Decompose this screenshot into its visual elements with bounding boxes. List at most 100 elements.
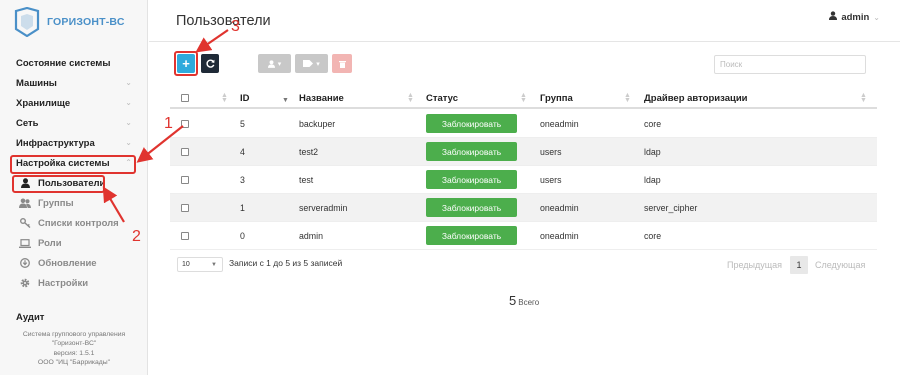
records-info: Записи с 1 до 5 из 5 записей bbox=[229, 258, 343, 268]
user-icon bbox=[829, 11, 838, 23]
tag-icon bbox=[303, 60, 314, 67]
row-checkbox[interactable] bbox=[181, 176, 189, 184]
sort-icon[interactable]: ▲ ▼ bbox=[520, 92, 527, 104]
user-menu[interactable]: admin ⌄ bbox=[829, 11, 880, 23]
lock-button[interactable]: Заблокировать bbox=[426, 142, 517, 161]
search-input[interactable]: Поиск bbox=[714, 55, 866, 74]
chevron-down-icon: ⌄ bbox=[125, 78, 132, 87]
sidebar-item-infrastructure[interactable]: Инфраструктура ⌄ bbox=[0, 133, 148, 153]
user-icon bbox=[267, 59, 275, 68]
cell-group: oneadmin bbox=[540, 119, 579, 129]
labels-button[interactable]: ▾ bbox=[295, 54, 328, 73]
footer-line: Система группового управления bbox=[22, 331, 126, 338]
total-count: 5 Всего bbox=[509, 293, 539, 308]
sidebar-item-label: Машины bbox=[16, 77, 57, 89]
sidebar-item-update[interactable]: Обновление bbox=[0, 253, 148, 273]
total-value: 5 bbox=[509, 293, 517, 308]
sort-icon[interactable]: ▲ ▼ bbox=[221, 92, 228, 104]
sidebar-item-machines[interactable]: Машины ⌄ bbox=[0, 73, 148, 93]
chevron-down-icon: ⌄ bbox=[125, 118, 132, 127]
column-header-group[interactable]: Группа bbox=[540, 93, 573, 104]
select-all-checkbox[interactable] bbox=[181, 94, 189, 102]
users-icon bbox=[18, 198, 32, 208]
table-row[interactable]: 5 backuper Заблокировать oneadmin core bbox=[170, 110, 877, 138]
total-label: Всего bbox=[518, 298, 540, 307]
sort-icon[interactable]: ▲ ▼ bbox=[624, 92, 631, 104]
lock-button[interactable]: Заблокировать bbox=[426, 170, 517, 189]
sidebar-item-groups[interactable]: Группы bbox=[0, 193, 148, 213]
update-icon bbox=[18, 258, 32, 268]
annotation-number: 1 bbox=[164, 115, 173, 132]
sidebar-item-storage[interactable]: Хранилище ⌄ bbox=[0, 93, 148, 113]
cell-name: admin bbox=[299, 231, 323, 241]
page-size-select[interactable]: 10 ▼ bbox=[177, 257, 223, 272]
sidebar-item-roles[interactable]: Роли bbox=[0, 233, 148, 253]
cell-group: oneadmin bbox=[540, 203, 579, 213]
cell-id: 0 bbox=[240, 231, 245, 241]
sidebar-item-label: Списки контроля bbox=[38, 217, 119, 229]
logo-icon bbox=[14, 7, 40, 37]
sidebar-item-label: Состояние системы bbox=[16, 57, 111, 69]
table-row[interactable]: 4 test2 Заблокировать users ldap bbox=[170, 138, 877, 166]
cell-auth-driver: core bbox=[644, 119, 662, 129]
lock-button[interactable]: Заблокировать bbox=[426, 114, 517, 133]
sidebar-item-settings[interactable]: Настройки bbox=[0, 273, 148, 293]
next-page-button[interactable]: Следующая bbox=[815, 256, 865, 274]
cell-name: backuper bbox=[299, 119, 336, 129]
chevron-down-icon: ⌄ bbox=[125, 138, 132, 147]
delete-button[interactable] bbox=[332, 54, 352, 73]
column-header-auth-driver[interactable]: Драйвер авторизации bbox=[644, 93, 748, 104]
cell-name: test bbox=[299, 175, 314, 185]
column-header-status[interactable]: Статус bbox=[426, 93, 458, 104]
table-row[interactable]: 0 admin Заблокировать oneadmin core bbox=[170, 222, 877, 250]
sort-desc-icon[interactable]: ▼ bbox=[282, 93, 289, 104]
chevron-down-icon: ⌄ bbox=[125, 98, 132, 107]
row-checkbox[interactable] bbox=[181, 148, 189, 156]
annotation-number: 3 bbox=[231, 18, 240, 35]
sidebar-footer: Система группового управления "Горизонт-… bbox=[0, 330, 148, 368]
change-owner-button[interactable]: ▾ bbox=[258, 54, 291, 73]
user-name: admin bbox=[841, 11, 870, 23]
laptop-icon bbox=[18, 238, 32, 248]
sort-icon[interactable]: ▲ ▼ bbox=[860, 92, 867, 104]
trash-icon bbox=[338, 60, 346, 68]
cell-name: test2 bbox=[299, 147, 319, 157]
table-row[interactable]: 1 serveradmin Заблокировать oneadmin ser… bbox=[170, 194, 877, 222]
logo-text: ГОРИЗОНТ-ВС bbox=[47, 16, 125, 28]
table-header: ▲ ▼ ID ▼ Название ▲ ▼ Статус ▲ ▼ Группа ▲ ▼ … bbox=[170, 87, 877, 109]
caret-down-icon: ▾ bbox=[277, 60, 282, 68]
row-checkbox[interactable] bbox=[181, 120, 189, 128]
sidebar-item-acl[interactable]: Списки контроля bbox=[0, 213, 148, 233]
sidebar-item-network[interactable]: Сеть ⌄ bbox=[0, 113, 148, 133]
logo[interactable]: ГОРИЗОНТ-ВС bbox=[14, 7, 125, 37]
page-button-1[interactable]: 1 bbox=[790, 256, 808, 274]
prev-page-button[interactable]: Предыдущая bbox=[727, 256, 782, 274]
gear-icon bbox=[18, 278, 32, 288]
row-checkbox[interactable] bbox=[181, 204, 189, 212]
page-size-value: 10 bbox=[182, 261, 190, 268]
cell-group: users bbox=[540, 175, 562, 185]
sidebar-item-label: Сеть bbox=[16, 117, 39, 129]
cell-auth-driver: core bbox=[644, 231, 662, 241]
highlight-add-button bbox=[174, 51, 198, 76]
lock-button[interactable]: Заблокировать bbox=[426, 226, 517, 245]
sidebar-item-label: Настройки bbox=[38, 277, 89, 289]
footer-line: версия: 1.5.1 bbox=[53, 349, 95, 357]
sort-icon[interactable]: ▲ ▼ bbox=[407, 92, 414, 104]
page-title: Пользователи bbox=[176, 13, 271, 29]
row-checkbox[interactable] bbox=[181, 232, 189, 240]
key-icon bbox=[18, 218, 32, 228]
sidebar-item-audit[interactable]: Аудит bbox=[0, 307, 148, 327]
cell-auth-driver: ldap bbox=[644, 147, 661, 157]
refresh-button[interactable] bbox=[201, 54, 219, 73]
highlight-users bbox=[12, 175, 105, 193]
lock-button[interactable]: Заблокировать bbox=[426, 198, 517, 217]
column-header-id[interactable]: ID bbox=[240, 93, 250, 104]
footer-line: ООО "ИЦ "Баррикады" bbox=[37, 359, 111, 367]
table-row[interactable]: 3 test Заблокировать users ldap bbox=[170, 166, 877, 194]
cell-group: oneadmin bbox=[540, 231, 579, 241]
cell-auth-driver: ldap bbox=[644, 175, 661, 185]
sidebar-item-label: Обновление bbox=[38, 257, 97, 269]
sidebar-item-system-status[interactable]: Состояние системы bbox=[0, 53, 148, 73]
column-header-name[interactable]: Название bbox=[299, 93, 344, 104]
